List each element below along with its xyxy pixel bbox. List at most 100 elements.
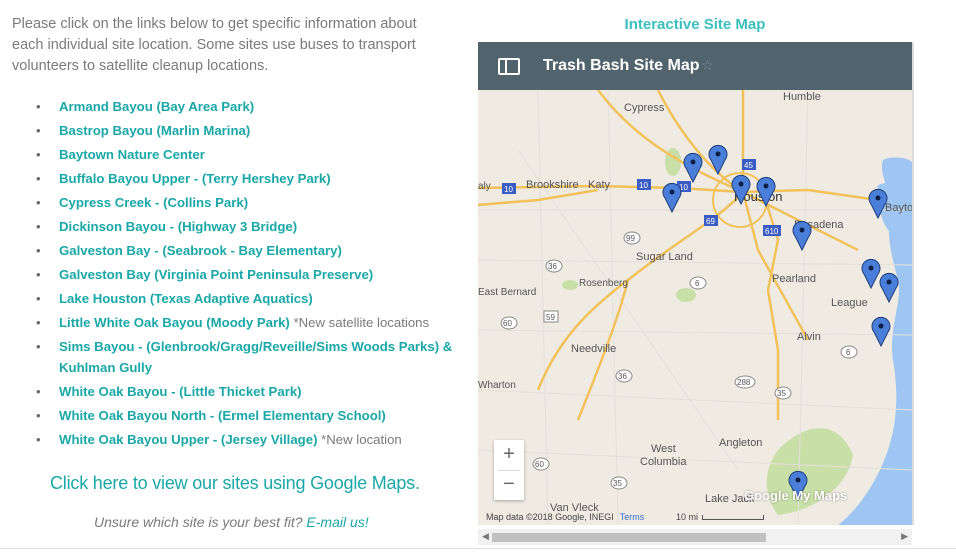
bullet-icon: • — [36, 147, 41, 162]
bullet-icon: • — [36, 171, 41, 186]
bullet-icon: • — [36, 432, 41, 447]
map-edge — [912, 42, 914, 525]
map-header: Trash Bash Site Map ☆ — [478, 42, 912, 90]
svg-text:Bayto: Bayto — [885, 202, 912, 214]
scroll-left-icon[interactable]: ◀ — [482, 531, 489, 542]
svg-text:Brookshire: Brookshire — [526, 179, 579, 191]
star-icon[interactable]: ☆ — [701, 57, 714, 74]
bullet-icon: • — [36, 408, 41, 423]
site-list-item: • Bastrop Bayou (Marlin Marina) — [30, 120, 460, 141]
unsure-label: Unsure which site is your best fit? — [94, 514, 307, 530]
bullet-icon: • — [36, 243, 41, 258]
legend-panel-icon[interactable] — [498, 58, 520, 75]
google-my-maps-logo: Google My Maps — [744, 488, 848, 503]
site-list: • Armand Bayou (Bay Area Park) • Bastrop … — [30, 96, 460, 453]
bullet-icon: • — [36, 99, 41, 114]
site-link[interactable]: Galveston Bay (Virginia Point Peninsula … — [59, 267, 373, 282]
scroll-right-icon[interactable]: ▶ — [901, 531, 908, 542]
svg-text:45: 45 — [744, 161, 753, 170]
site-link[interactable]: Bastrop Bayou (Marlin Marina) — [59, 123, 250, 138]
svg-text:West: West — [651, 443, 676, 455]
svg-text:6: 6 — [846, 348, 851, 357]
site-link[interactable]: Galveston Bay - (Seabrook - Bay Elementa… — [59, 243, 342, 258]
site-link[interactable]: Lake Houston (Texas Adaptive Aquatics) — [59, 291, 313, 306]
site-link[interactable]: Cypress Creek - (Collins Park) — [59, 195, 248, 210]
horizontal-scrollbar[interactable]: ◀ ▶ — [478, 529, 912, 545]
zoom-divider — [498, 470, 520, 471]
site-list-item: • White Oak Bayou Upper - (Jersey Village… — [30, 429, 460, 450]
zoom-in-button[interactable]: + — [494, 440, 524, 470]
site-list-item: • White Oak Bayou North - (Ermel Elementa… — [30, 405, 460, 426]
site-list-item: • Galveston Bay - (Seabrook - Bay Elemen… — [30, 240, 460, 261]
svg-text:10: 10 — [504, 185, 513, 194]
zoom-control: + − — [494, 440, 524, 500]
site-link[interactable]: White Oak Bayou Upper - (Jersey Village) — [59, 432, 317, 447]
svg-text:35: 35 — [777, 389, 786, 398]
site-list-item: • White Oak Bayou - (Little Thicket Park) — [30, 381, 460, 402]
svg-text:aly: aly — [478, 181, 491, 192]
map-embed[interactable]: Cypress Humble Brookshire Katy Houston P… — [478, 42, 912, 525]
attribution-text: Map data ©2018 Google, INEGI — [486, 512, 614, 522]
bullet-icon: • — [36, 291, 41, 306]
svg-text:Humble: Humble — [783, 91, 821, 103]
bullet-icon: • — [36, 384, 41, 399]
map-canvas[interactable]: Cypress Humble Brookshire Katy Houston P… — [478, 90, 912, 525]
site-list-item: • Lake Houston (Texas Adaptive Aquatics) — [30, 288, 460, 309]
page-divider — [0, 548, 956, 549]
zoom-out-button[interactable]: − — [494, 470, 524, 500]
bullet-icon: • — [36, 123, 41, 138]
svg-text:Rosenberg: Rosenberg — [579, 278, 628, 289]
map-attribution: Map data ©2018 Google, INEGI Terms — [486, 512, 644, 522]
google-maps-link[interactable]: Click here to view our sites using Googl… — [50, 473, 420, 494]
svg-text:6: 6 — [695, 279, 700, 288]
scrollbar-thumb[interactable] — [492, 533, 766, 542]
site-link[interactable]: Little White Oak Bayou (Moody Park) — [59, 315, 290, 330]
svg-text:East Bernard: East Bernard — [478, 287, 536, 298]
svg-text:36: 36 — [618, 372, 627, 381]
terms-link[interactable]: Terms — [620, 512, 645, 522]
site-list-item: • Buffalo Bayou Upper - (Terry Hershey Pa… — [30, 168, 460, 189]
svg-text:Sugar Land: Sugar Land — [636, 251, 693, 263]
site-list-item: • Sims Bayou - (Glenbrook/Gragg/Reveille/… — [30, 336, 460, 378]
site-link[interactable]: Dickinson Bayou - (Highway 3 Bridge) — [59, 219, 297, 234]
svg-text:Cypress: Cypress — [624, 102, 665, 114]
svg-text:Pearland: Pearland — [772, 273, 816, 285]
map-title: Trash Bash Site Map — [543, 57, 700, 74]
site-link[interactable]: White Oak Bayou North - (Ermel Elementar… — [59, 408, 386, 423]
map-scale: 10 mi — [676, 512, 765, 522]
svg-text:60: 60 — [535, 460, 544, 469]
svg-text:59: 59 — [546, 313, 555, 322]
svg-text:Katy: Katy — [588, 179, 611, 191]
bullet-icon: • — [36, 195, 41, 210]
intro-text: Please click on the links below to get s… — [12, 16, 417, 74]
svg-text:Wharton: Wharton — [478, 380, 516, 391]
email-us-link[interactable]: E-mail us! — [306, 514, 368, 530]
svg-text:Angleton: Angleton — [719, 437, 762, 449]
svg-text:288: 288 — [737, 378, 751, 387]
bullet-icon: • — [36, 267, 41, 282]
site-link[interactable]: White Oak Bayou - (Little Thicket Park) — [59, 384, 302, 399]
site-list-item: • Cypress Creek - (Collins Park) — [30, 192, 460, 213]
scale-label: 10 mi — [676, 512, 699, 522]
svg-text:Columbia: Columbia — [640, 456, 687, 468]
svg-text:60: 60 — [503, 319, 512, 328]
site-link[interactable]: Armand Bayou (Bay Area Park) — [59, 99, 254, 114]
svg-text:35: 35 — [613, 479, 622, 488]
site-note: *New location — [317, 432, 402, 447]
site-link[interactable]: Baytown Nature Center — [59, 147, 205, 162]
site-list-item: • Baytown Nature Center — [30, 144, 460, 165]
site-link[interactable]: Sims Bayou - (Glenbrook/Gragg/Reveille/S… — [59, 339, 452, 375]
site-list-item: • Little White Oak Bayou (Moody Park) *Ne… — [30, 312, 460, 333]
site-note: *New satellite locations — [289, 315, 430, 330]
unsure-text: Unsure which site is your best fit? E-ma… — [94, 514, 369, 530]
site-link[interactable]: Buffalo Bayou Upper - (Terry Hershey Par… — [59, 171, 331, 186]
svg-text:36: 36 — [548, 262, 557, 271]
svg-text:League: League — [831, 297, 868, 309]
svg-text:610: 610 — [765, 227, 779, 236]
site-list-item: • Galveston Bay (Virginia Point Peninsula… — [30, 264, 460, 285]
site-list-item: • Armand Bayou (Bay Area Park) — [30, 96, 460, 117]
svg-text:69: 69 — [706, 217, 715, 226]
svg-text:Needville: Needville — [571, 343, 616, 355]
bullet-icon: • — [36, 219, 41, 234]
bullet-icon: • — [36, 339, 41, 354]
